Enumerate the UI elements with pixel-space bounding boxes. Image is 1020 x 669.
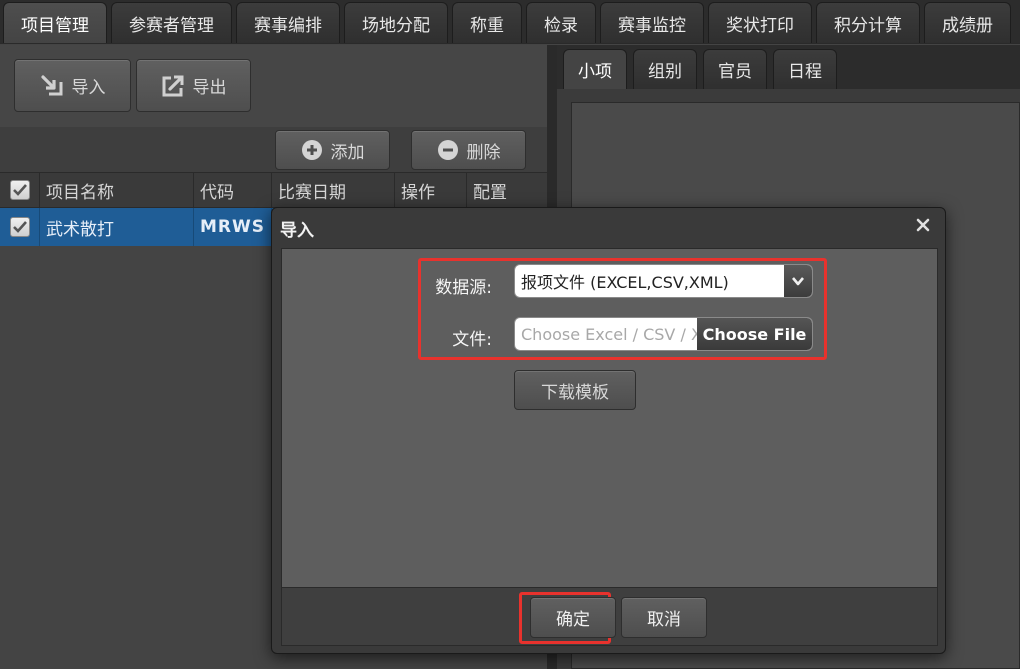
row-select-cell — [0, 208, 40, 246]
tab-schedule-arrangement[interactable]: 赛事编排 — [236, 2, 340, 43]
tab-sub-items[interactable]: 小项 — [563, 49, 627, 89]
import-icon — [40, 74, 64, 98]
grid-action-bar: 添加 删除 — [0, 127, 547, 172]
file-input[interactable]: Choose Excel / CSV / XML Choose File — [514, 317, 813, 351]
delete-button[interactable]: 删除 — [411, 130, 526, 170]
export-label: 导出 — [192, 78, 227, 98]
dialog-body: 数据源: 报项文件 (EXCEL,CSV,XML) 文件: Choose Exc… — [281, 248, 938, 588]
tab-project-management[interactable]: 项目管理 — [3, 2, 107, 43]
tab-results-book[interactable]: 成绩册 — [924, 2, 1011, 43]
confirm-button[interactable]: 确定 — [530, 597, 616, 638]
import-dialog: 导入 数据源: 报项文件 (EXCEL,CSV,XML) 文件: Choose … — [271, 207, 946, 654]
tab-event-monitor[interactable]: 赛事监控 — [600, 2, 704, 43]
data-source-select[interactable]: 报项文件 (EXCEL,CSV,XML) — [514, 264, 813, 298]
tab-schedule[interactable]: 日程 — [773, 49, 837, 89]
data-source-label: 数据源: — [435, 278, 492, 298]
row-code-text: MRWS — [200, 217, 266, 237]
tab-groups[interactable]: 组别 — [633, 49, 697, 89]
select-all-checkbox[interactable] — [9, 180, 30, 200]
delete-label: 删除 — [466, 142, 501, 163]
file-label: 文件: — [452, 330, 492, 350]
choose-file-button[interactable]: Choose File — [697, 318, 812, 350]
minus-circle-icon — [437, 139, 459, 161]
close-icon[interactable] — [913, 215, 933, 235]
row-checkbox[interactable] — [9, 217, 30, 237]
file-placeholder: Choose Excel / CSV / XML — [521, 324, 697, 344]
export-icon — [161, 74, 185, 98]
column-header-config[interactable]: 配置 — [467, 173, 547, 207]
add-button[interactable]: 添加 — [275, 130, 390, 170]
download-template-button[interactable]: 下载模板 — [514, 370, 636, 410]
grid-header: 项目名称 代码 比赛日期 操作 配置 — [0, 172, 547, 208]
row-name: 武术散打 — [40, 208, 194, 246]
check-icon — [12, 184, 27, 196]
export-button[interactable]: 导出 — [136, 59, 251, 112]
plus-circle-icon — [301, 139, 323, 161]
dialog-title: 导入 — [280, 221, 314, 241]
column-header-name[interactable]: 项目名称 — [40, 173, 194, 207]
tab-officials[interactable]: 官员 — [703, 49, 767, 89]
tab-certificate-print[interactable]: 奖状打印 — [708, 2, 812, 43]
tab-participant-management[interactable]: 参赛者管理 — [111, 2, 232, 43]
data-source-value: 报项文件 (EXCEL,CSV,XML) — [521, 273, 729, 292]
cancel-button[interactable]: 取消 — [621, 597, 707, 638]
select-all-cell — [0, 173, 40, 207]
tab-check-in[interactable]: 检录 — [526, 2, 596, 43]
column-header-date[interactable]: 比赛日期 — [272, 173, 395, 207]
column-header-operation[interactable]: 操作 — [395, 173, 467, 207]
tab-weigh-in[interactable]: 称重 — [452, 2, 522, 43]
main-tab-bar: 项目管理 参赛者管理 赛事编排 场地分配 称重 检录 赛事监控 奖状打印 积分计… — [0, 0, 1020, 44]
tab-venue-assignment[interactable]: 场地分配 — [344, 2, 448, 43]
chevron-down-icon[interactable] — [784, 265, 812, 297]
import-button[interactable]: 导入 — [14, 59, 131, 112]
column-header-code[interactable]: 代码 — [194, 173, 272, 207]
project-toolbar: 导入 导出 — [0, 45, 547, 127]
import-label: 导入 — [71, 78, 106, 98]
row-code: MRWS — [194, 208, 272, 246]
add-label: 添加 — [330, 142, 365, 163]
detail-tab-bar: 小项 组别 官员 日程 — [557, 45, 1020, 89]
tab-points-calculation[interactable]: 积分计算 — [816, 2, 920, 43]
check-icon — [12, 221, 27, 233]
dialog-footer: 确定 取消 — [281, 588, 938, 646]
